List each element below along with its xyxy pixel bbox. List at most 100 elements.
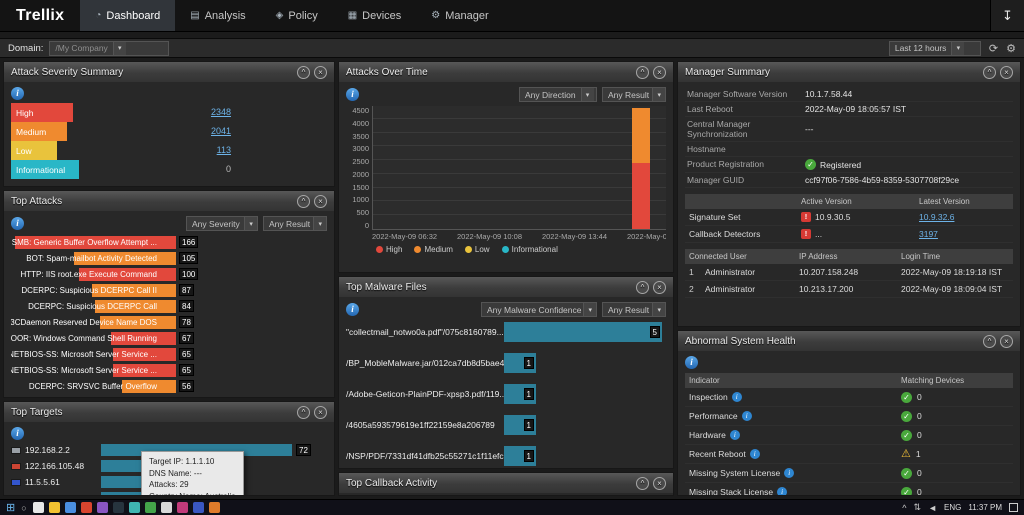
- close-icon[interactable]: ×: [653, 66, 666, 79]
- info-icon[interactable]: i: [346, 303, 359, 316]
- network-icon[interactable]: ⇅: [914, 502, 922, 513]
- language-indicator[interactable]: ENG: [944, 503, 961, 512]
- severity-filter-select[interactable]: Any Severity▾: [186, 216, 258, 231]
- field-value: 2022-May-09 18:05:57 IST: [805, 104, 906, 114]
- latest-version-link[interactable]: 10.9.32.6: [919, 212, 954, 222]
- info-icon[interactable]: i: [784, 468, 794, 478]
- volume-icon[interactable]: ◄: [928, 503, 937, 513]
- panel-header-icons: ^ ×: [297, 195, 327, 208]
- collapse-icon[interactable]: ^: [636, 281, 649, 294]
- nav-tab-policy[interactable]: ◈Policy: [261, 0, 333, 31]
- hidden-icons-chevron[interactable]: ^: [902, 503, 906, 513]
- info-icon[interactable]: i: [730, 430, 740, 440]
- close-icon[interactable]: ×: [653, 477, 666, 490]
- user-table-rows: 1Administrator10.207.158.2482022-May-09 …: [685, 264, 1013, 298]
- severity-block: Medium: [11, 122, 67, 141]
- close-icon[interactable]: ×: [653, 281, 666, 294]
- tooltip-line: Target IP: 1.1.1.10: [149, 456, 236, 468]
- close-icon[interactable]: ×: [1000, 66, 1013, 79]
- malware-confidence-filter-select[interactable]: Any Malware Confidence▾: [481, 302, 597, 317]
- info-icon[interactable]: i: [742, 411, 752, 421]
- y-tick-label: 1500: [346, 183, 369, 192]
- gridline: [373, 159, 666, 160]
- result-filter-select[interactable]: Any Result▾: [263, 216, 327, 231]
- nav-tab-devices[interactable]: ▦Devices: [333, 0, 417, 31]
- taskbar-app-icon[interactable]: [81, 502, 92, 513]
- action-center-icon[interactable]: [1009, 503, 1018, 512]
- info-icon[interactable]: i: [685, 356, 698, 369]
- collapse-icon[interactable]: ^: [983, 335, 996, 348]
- gridline: [373, 145, 666, 146]
- info-icon[interactable]: i: [346, 88, 359, 101]
- info-icon[interactable]: i: [11, 427, 24, 440]
- taskbar-app-icon[interactable]: [113, 502, 124, 513]
- version-table-rows: Signature Set!10.9.30.510.9.32.6Callback…: [685, 209, 1013, 243]
- taskbar-app-icon[interactable]: [49, 502, 60, 513]
- time-range-select[interactable]: Last 12 hours ▾: [889, 41, 981, 56]
- info-icon[interactable]: i: [732, 392, 742, 402]
- active-version: !...: [801, 229, 919, 239]
- domain-select[interactable]: /My Company ▾: [49, 41, 169, 56]
- bar-segment-medium: [632, 108, 650, 163]
- taskbar-app-icon[interactable]: [193, 502, 204, 513]
- download-button[interactable]: ↧: [990, 0, 1024, 31]
- windows-start-icon[interactable]: ⊞: [6, 501, 15, 514]
- close-icon[interactable]: ×: [314, 195, 327, 208]
- malware-bar: 1: [504, 446, 536, 466]
- latest-version-link[interactable]: 3197: [919, 229, 938, 239]
- attack-row: HTTP: IIS root.exe Execute Command100: [11, 267, 327, 283]
- brand-logo[interactable]: Trellix: [0, 0, 80, 31]
- taskbar-app-icon[interactable]: [97, 502, 108, 513]
- nav-tab-manager[interactable]: ⚙Manager: [416, 0, 503, 31]
- severity-count[interactable]: 2348: [161, 107, 231, 117]
- taskbar-app-icon[interactable]: [161, 502, 172, 513]
- nav-tab-analysis[interactable]: ▤Analysis: [175, 0, 260, 31]
- close-icon[interactable]: ×: [314, 406, 327, 419]
- login-time: 2022-May-09 18:09:04 IST: [901, 284, 1009, 294]
- health-row: Hardwarei✓0: [685, 426, 1013, 445]
- info-icon[interactable]: i: [750, 449, 760, 459]
- taskbar-app-icon[interactable]: [33, 502, 44, 513]
- taskbar-app-icon[interactable]: [145, 502, 156, 513]
- info-icon[interactable]: i: [11, 217, 24, 230]
- collapse-icon[interactable]: ^: [297, 195, 310, 208]
- ok-status-icon: ✓: [901, 411, 912, 422]
- direction-filter-select[interactable]: Any Direction▾: [519, 87, 597, 102]
- panel-header-icons: ^ ×: [983, 66, 1013, 79]
- collapse-icon[interactable]: ^: [983, 66, 996, 79]
- search-icon[interactable]: ○: [21, 503, 26, 513]
- x-tick-label: 2022-May-09 13:44: [542, 232, 607, 241]
- taskbar-app-icon[interactable]: [209, 502, 220, 513]
- top-attacks-rows: SMB: Generic Buffer Overflow Attempt ...…: [11, 235, 327, 395]
- gridline: [373, 132, 666, 133]
- close-icon[interactable]: ×: [1000, 335, 1013, 348]
- result-filter-select[interactable]: Any Result▾: [602, 87, 666, 102]
- taskbar-app-icon[interactable]: [177, 502, 188, 513]
- info-icon[interactable]: i: [11, 87, 24, 100]
- gridline: [373, 214, 666, 215]
- time-range-value: Last 12 hours: [890, 42, 952, 55]
- severity-count[interactable]: 113: [161, 145, 231, 155]
- indicator-label: Missing System License: [689, 468, 780, 478]
- latest-version: 10.9.32.6: [919, 212, 1009, 222]
- left-column: Attack Severity Summary ^ × i High2348Me…: [3, 61, 335, 496]
- collapse-icon[interactable]: ^: [636, 66, 649, 79]
- collapse-icon[interactable]: ^: [297, 406, 310, 419]
- collapse-icon[interactable]: ^: [297, 66, 310, 79]
- clock[interactable]: 11:37 PM: [968, 503, 1002, 512]
- severity-count[interactable]: 2041: [161, 126, 231, 136]
- taskbar-app-icon[interactable]: [65, 502, 76, 513]
- nav-tab-dashboard[interactable]: ◔Dashboard: [80, 0, 175, 31]
- info-icon[interactable]: i: [777, 487, 787, 495]
- tab-label: Dashboard: [106, 10, 160, 22]
- gridline: [373, 173, 666, 174]
- over-time-chart: 450040003500300025002000150010005000: [346, 106, 666, 230]
- refresh-icon[interactable]: ⟳: [989, 42, 998, 55]
- y-tick-label: 2000: [346, 170, 369, 179]
- result-filter-select[interactable]: Any Result▾: [602, 302, 666, 317]
- taskbar-app-icon[interactable]: [129, 502, 140, 513]
- close-icon[interactable]: ×: [314, 66, 327, 79]
- manager-icon: ⚙: [431, 10, 440, 21]
- collapse-icon[interactable]: ^: [636, 477, 649, 490]
- settings-gear-icon[interactable]: ⚙: [1006, 42, 1016, 55]
